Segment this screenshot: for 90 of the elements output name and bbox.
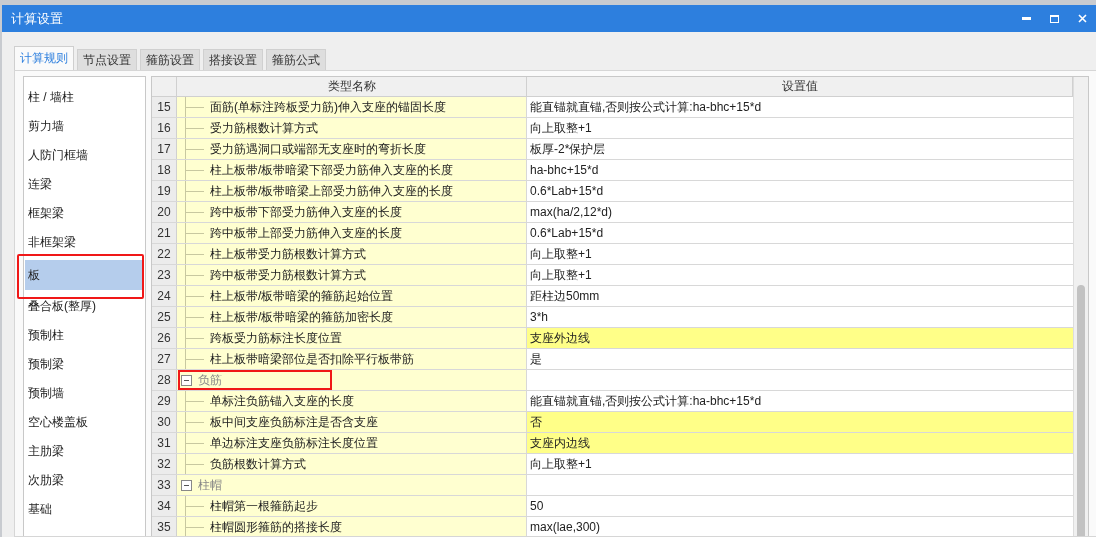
row-number: 32 xyxy=(152,454,177,474)
category-item[interactable]: 框架梁 xyxy=(25,201,143,226)
value-cell[interactable]: 距柱边50mm xyxy=(527,286,1073,306)
value-cell[interactable]: 否 xyxy=(527,412,1073,432)
value-cell[interactable]: 支座外边线 xyxy=(527,328,1073,348)
value-cell[interactable]: max(lae,300) xyxy=(527,517,1073,536)
category-item[interactable]: 板 xyxy=(25,260,143,290)
row-number: 15 xyxy=(152,97,177,117)
setting-name: 柱帽圆形箍筋的搭接长度 xyxy=(210,518,342,536)
category-item[interactable]: 基础 xyxy=(25,497,143,522)
row-number: 27 xyxy=(152,349,177,369)
row-number: 18 xyxy=(152,160,177,180)
value-cell[interactable]: 0.6*Lab+15*d xyxy=(527,223,1073,243)
setting-name: 跨中板带下部受力筋伸入支座的长度 xyxy=(210,203,402,221)
row-number: 25 xyxy=(152,307,177,327)
row-number: 16 xyxy=(152,118,177,138)
row-number: 31 xyxy=(152,433,177,453)
setting-name: 跨板受力筋标注长度位置 xyxy=(210,329,342,347)
category-item[interactable]: 次肋梁 xyxy=(25,468,143,493)
value-cell[interactable]: max(ha/2,12*d) xyxy=(527,202,1073,222)
tab[interactable]: 箍筋公式 xyxy=(266,49,326,70)
tab[interactable]: 搭接设置 xyxy=(203,49,263,70)
tab[interactable]: 计算规则 xyxy=(14,46,74,70)
row-number: 19 xyxy=(152,181,177,201)
collapse-icon[interactable] xyxy=(181,374,192,386)
row-number: 23 xyxy=(152,265,177,285)
row-number: 29 xyxy=(152,391,177,411)
row-number: 30 xyxy=(152,412,177,432)
value-cell[interactable]: 能直锚就直锚,否则按公式计算:ha-bhc+15*d xyxy=(527,97,1073,117)
setting-name: 柱上板带暗梁部位是否扣除平行板带筋 xyxy=(210,350,414,368)
close-icon xyxy=(1077,14,1087,23)
value-cell[interactable]: 是 xyxy=(527,349,1073,369)
value-cell[interactable]: 能直锚就直锚,否则按公式计算:ha-bhc+15*d xyxy=(527,391,1073,411)
category-item[interactable]: 预制墙 xyxy=(25,381,143,406)
category-item[interactable]: 剪力墙 xyxy=(25,114,143,139)
row-number: 34 xyxy=(152,496,177,516)
tab[interactable]: 箍筋设置 xyxy=(140,49,200,70)
scrollbar-thumb[interactable] xyxy=(1077,285,1085,536)
category-item[interactable]: 空心楼盖板 xyxy=(25,410,143,435)
value-cell[interactable]: 向上取整+1 xyxy=(527,244,1073,264)
row-number: 21 xyxy=(152,223,177,243)
category-item[interactable]: 预制梁 xyxy=(25,352,143,377)
column-header[interactable]: 类型名称 xyxy=(177,77,527,96)
category-item[interactable]: 叠合板(整厚) xyxy=(25,294,143,319)
value-cell[interactable]: 向上取整+1 xyxy=(527,454,1073,474)
scrollbar[interactable] xyxy=(1073,77,1088,536)
tab[interactable]: 节点设置 xyxy=(77,49,137,70)
setting-name: 柱帽第一根箍筋起步 xyxy=(210,497,318,515)
setting-name: 柱上板带受力筋根数计算方式 xyxy=(210,245,366,263)
setting-name: 板中间支座负筋标注是否含支座 xyxy=(210,413,378,431)
category-item[interactable]: 预制柱 xyxy=(25,323,143,348)
row-number: 24 xyxy=(152,286,177,306)
row-number: 33 xyxy=(152,475,177,495)
setting-name: 柱上板带/板带暗梁上部受力筋伸入支座的长度 xyxy=(210,182,454,200)
category-item[interactable]: 非框架梁 xyxy=(25,230,143,255)
maximize-icon xyxy=(1049,14,1059,23)
row-number: 28 xyxy=(152,370,177,390)
value-cell[interactable]: 3*h xyxy=(527,307,1073,327)
minimize-icon xyxy=(1021,17,1031,20)
category-item[interactable]: 连梁 xyxy=(25,172,143,197)
setting-name: 单边标注支座负筋标注长度位置 xyxy=(210,434,378,452)
setting-name: 跨中板带受力筋根数计算方式 xyxy=(210,266,366,284)
setting-name: 柱上板带/板带暗梁下部受力筋伸入支座的长度 xyxy=(210,161,454,179)
value-cell[interactable]: ha-bhc+15*d xyxy=(527,160,1073,180)
setting-name: 受力筋遇洞口或端部无支座时的弯折长度 xyxy=(210,140,426,158)
category-item[interactable]: 主肋梁 xyxy=(25,439,143,464)
group-label: 柱帽 xyxy=(198,476,222,494)
value-cell[interactable]: 50 xyxy=(527,496,1073,516)
row-number: 35 xyxy=(152,517,177,536)
group-label: 负筋 xyxy=(198,371,222,389)
row-number: 17 xyxy=(152,139,177,159)
category-item[interactable]: 人防门框墙 xyxy=(25,143,143,168)
row-number: 22 xyxy=(152,244,177,264)
value-cell[interactable]: 向上取整+1 xyxy=(527,265,1073,285)
setting-name: 柱上板带/板带暗梁的箍筋起始位置 xyxy=(210,287,394,305)
setting-name: 单标注负筋锚入支座的长度 xyxy=(210,392,354,410)
value-cell[interactable]: 支座内边线 xyxy=(527,433,1073,453)
window-title: 计算设置 xyxy=(11,9,64,28)
setting-name: 负筋根数计算方式 xyxy=(210,455,306,473)
row-number: 20 xyxy=(152,202,177,222)
category-item[interactable]: 柱 / 墙柱 xyxy=(25,85,143,110)
setting-name: 受力筋根数计算方式 xyxy=(210,119,318,137)
value-cell[interactable]: 向上取整+1 xyxy=(527,118,1073,138)
setting-name: 跨中板带上部受力筋伸入支座的长度 xyxy=(210,224,402,242)
setting-name: 柱上板带/板带暗梁的箍筋加密长度 xyxy=(210,308,394,326)
collapse-icon[interactable] xyxy=(181,479,192,491)
value-cell[interactable]: 板厚-2*保护层 xyxy=(527,139,1073,159)
row-number: 26 xyxy=(152,328,177,348)
setting-name: 面筋(单标注跨板受力筋)伸入支座的锚固长度 xyxy=(210,98,446,116)
value-cell[interactable]: 0.6*Lab+15*d xyxy=(527,181,1073,201)
